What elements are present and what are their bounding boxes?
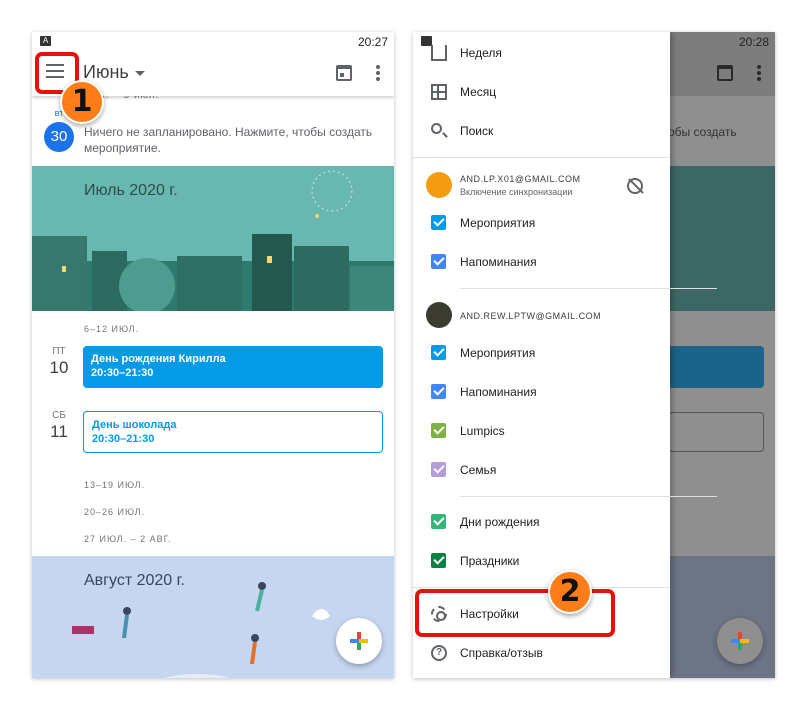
week-label: 27 июл. – 2 авг. bbox=[84, 534, 172, 544]
checkbox-icon[interactable] bbox=[431, 514, 446, 529]
drawer-item-month[interactable]: Месяц bbox=[413, 73, 670, 111]
drawer-item-label: Месяц bbox=[460, 85, 497, 99]
more-options-icon[interactable] bbox=[376, 65, 380, 81]
sync-disabled-icon[interactable] bbox=[627, 178, 643, 194]
create-event-button bbox=[717, 618, 763, 664]
navigation-drawer: Неделя Месяц Поиск AND.LP.X01@GMAIL.COM … bbox=[413, 32, 717, 678]
calendar-label: Мероприятия bbox=[460, 216, 536, 230]
divider bbox=[460, 288, 717, 289]
event-time: 20:30–21:30 bbox=[91, 367, 154, 379]
schedule-list[interactable]: июл. – 5 июл. вт 30 Ничего не запланиров… bbox=[32, 90, 394, 678]
calendar-label: Lumpics bbox=[460, 424, 505, 438]
calendar-toggle[interactable]: Lumpics bbox=[413, 412, 670, 450]
partial-text: обы создать bbox=[668, 125, 737, 139]
month-selector[interactable]: Июнь bbox=[83, 62, 145, 83]
calendar-screen: A 20:27 Июнь 1 июл. – 5 июл. вт 30 Ничег… bbox=[32, 32, 394, 678]
search-icon bbox=[431, 123, 442, 134]
drawer-item-label: Поиск bbox=[460, 124, 494, 138]
calendar-toggle[interactable]: Семья bbox=[413, 451, 670, 489]
empty-day-text[interactable]: Ничего не запланировано. Нажмите, чтобы … bbox=[84, 124, 384, 156]
month-banner-title: Июль 2020 г. bbox=[84, 182, 178, 199]
month-banner-august: Август 2020 г. bbox=[32, 556, 394, 678]
checkbox-icon[interactable] bbox=[431, 345, 446, 360]
calendar-today-icon bbox=[717, 65, 733, 81]
event-title: День рождения Кирилла bbox=[91, 353, 226, 365]
week-label: 13–19 июл. bbox=[84, 480, 146, 490]
calendar-label: Дни рождения bbox=[460, 515, 540, 529]
month-view-icon bbox=[431, 84, 447, 100]
calendar-label: Семья bbox=[460, 463, 497, 477]
drawer-item-week[interactable]: Неделя bbox=[413, 34, 670, 72]
calendar-label: Праздники bbox=[460, 554, 520, 568]
week-label: 20–26 июл. bbox=[84, 507, 146, 517]
checkbox-icon[interactable] bbox=[431, 215, 446, 230]
event-title: День шоколада bbox=[92, 419, 177, 431]
checkbox-icon[interactable] bbox=[431, 384, 446, 399]
month-banner-title: Август 2020 г. bbox=[84, 572, 185, 589]
week-label: 6–12 июл. bbox=[84, 324, 140, 334]
event-card[interactable]: День шоколада 20:30–21:30 bbox=[83, 411, 383, 453]
event-time: 20:30–21:30 bbox=[92, 433, 155, 445]
step-badge-2: 2 bbox=[548, 570, 592, 614]
create-event-button[interactable] bbox=[336, 618, 382, 664]
calendar-drawer-screen: обы создать 20:28 Неделя Месяц Поиск AND… bbox=[413, 32, 775, 678]
more-options-icon bbox=[757, 65, 761, 81]
account-email: AND.LP.X01@GMAIL.COM bbox=[460, 174, 581, 184]
plus-icon bbox=[731, 632, 749, 650]
checkbox-icon[interactable] bbox=[431, 254, 446, 269]
month-title: Июнь bbox=[83, 62, 129, 82]
calendar-toggle[interactable]: Мероприятия bbox=[413, 334, 670, 372]
checkbox-icon[interactable] bbox=[431, 423, 446, 438]
chevron-down-icon bbox=[134, 70, 145, 76]
status-bar: A 20:27 bbox=[32, 32, 394, 50]
month-banner-july: Июль 2020 г. bbox=[32, 166, 394, 311]
calendar-label: Напоминания bbox=[460, 385, 537, 399]
calendar-toggle[interactable]: Праздники bbox=[413, 542, 670, 580]
avatar bbox=[426, 172, 452, 198]
week-view-icon bbox=[431, 45, 447, 61]
status-time: 20:28 bbox=[738, 35, 769, 49]
day-abbr: пт bbox=[52, 346, 66, 357]
drawer-item-label: Неделя bbox=[460, 46, 502, 60]
calendar-toggle[interactable]: Напоминания bbox=[413, 243, 670, 281]
divider bbox=[413, 157, 670, 158]
plus-icon bbox=[350, 632, 368, 650]
calendar-label: Напоминания bbox=[460, 255, 537, 269]
help-icon: ? bbox=[431, 645, 447, 661]
today-date[interactable]: 30 bbox=[44, 122, 74, 152]
calendar-label: Мероприятия bbox=[460, 346, 536, 360]
account-email: AND.REW.LPTW@GMAIL.COM bbox=[460, 311, 602, 321]
drawer-item-help[interactable]: ? Справка/отзыв bbox=[413, 634, 670, 672]
calendar-toggle[interactable]: Мероприятия bbox=[413, 204, 670, 242]
drawer-item-search[interactable]: Поиск bbox=[413, 112, 670, 150]
calendar-toggle[interactable]: Дни рождения bbox=[413, 503, 670, 541]
step-badge-1: 1 bbox=[60, 80, 104, 124]
sim-icon: A bbox=[40, 36, 51, 46]
calendar-today-icon[interactable] bbox=[336, 65, 352, 81]
drawer-item-label: Справка/отзыв bbox=[460, 646, 543, 660]
day-abbr: сб bbox=[52, 410, 66, 421]
event-card[interactable]: День рождения Кирилла 20:30–21:30 bbox=[83, 346, 383, 388]
day-number: 11 bbox=[50, 422, 68, 441]
status-time: 20:27 bbox=[357, 35, 388, 49]
avatar bbox=[426, 302, 452, 328]
divider bbox=[460, 496, 717, 497]
checkbox-icon[interactable] bbox=[431, 462, 446, 477]
calendar-toggle[interactable]: Напоминания bbox=[413, 373, 670, 411]
account-sync-status: Включение синхронизации bbox=[460, 187, 573, 197]
checkbox-icon[interactable] bbox=[431, 553, 446, 568]
day-number: 10 bbox=[49, 358, 69, 377]
divider bbox=[413, 587, 670, 588]
